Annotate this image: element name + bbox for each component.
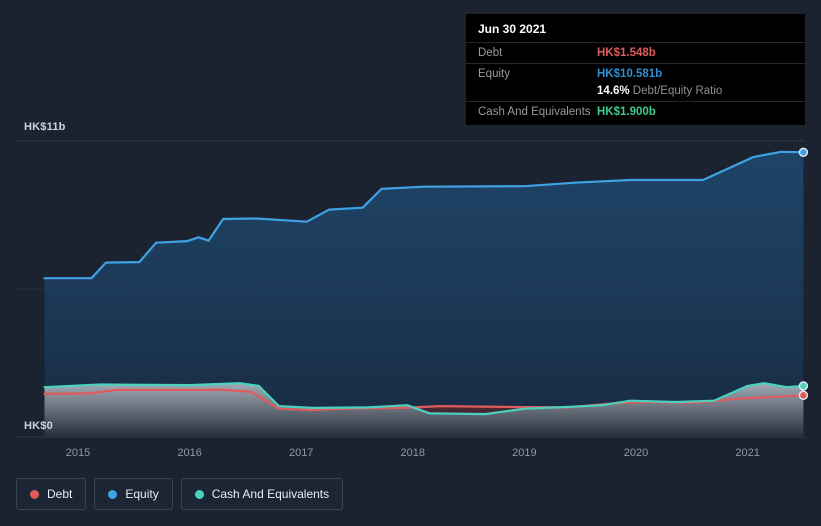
tooltip-equity-value: HK$10.581b xyxy=(597,68,663,80)
tooltip-cash-value: HK$1.900b xyxy=(597,106,656,118)
y-axis-label-min: HK$0 xyxy=(24,420,53,432)
chart-tooltip: Jun 30 2021 Debt HK$1.548b Equity HK$10.… xyxy=(466,14,805,125)
legend-label-cash: Cash And Equivalents xyxy=(211,487,330,501)
tooltip-debt-label: Debt xyxy=(478,47,503,59)
legend-label-equity: Equity xyxy=(125,487,159,501)
legend-item-equity[interactable]: Equity xyxy=(94,478,173,510)
x-axis-tick-label: 2020 xyxy=(624,447,648,459)
tooltip-date: Jun 30 2021 xyxy=(478,22,547,36)
tooltip-debt-value: HK$1.548b xyxy=(597,47,656,59)
tooltip-cash-label: Cash And Equivalents xyxy=(478,106,591,118)
x-axis-tick-label: 2016 xyxy=(177,447,201,459)
legend-item-debt[interactable]: Debt xyxy=(16,478,87,510)
chart-legend: Debt Equity Cash And Equivalents xyxy=(16,478,344,510)
tooltip-ratio-row: 14.6% Debt/Equity Ratio xyxy=(466,84,805,101)
x-axis-tick-label: 2017 xyxy=(289,447,313,459)
debt-end-marker xyxy=(798,390,809,400)
legend-item-cash[interactable]: Cash And Equivalents xyxy=(180,478,344,510)
debt-equity-history-panel: 2015 2016 2017 2018 2019 2020 2021 HK$11b HK$0… xyxy=(0,0,821,526)
tooltip-cash-row: Cash And Equivalents HK$1.900b xyxy=(466,101,805,122)
x-axis-tick-label: 2019 xyxy=(512,447,536,459)
y-axis-label-max: HK$11b xyxy=(24,121,66,133)
x-axis-labels: 2015 2016 2017 2018 2019 2020 2021 xyxy=(66,447,760,459)
tooltip-equity-row: Equity HK$10.581b xyxy=(466,63,805,84)
legend-label-debt: Debt xyxy=(47,487,73,501)
equity-end-marker xyxy=(798,147,809,158)
tooltip-ratio-label: Debt/Equity Ratio xyxy=(629,85,723,97)
tooltip-ratio-value: 14.6% xyxy=(597,85,630,97)
debt-series-dot-icon xyxy=(30,489,39,499)
x-axis-tick-label: 2015 xyxy=(66,447,90,459)
chart-area-fills xyxy=(44,151,804,438)
x-axis-tick-label: 2018 xyxy=(401,447,425,459)
x-axis-tick-label: 2021 xyxy=(735,447,759,459)
tooltip-debt-row: Debt HK$1.548b xyxy=(466,42,805,63)
cash-and-equivalents-end-marker xyxy=(798,381,809,391)
tooltip-equity-label: Equity xyxy=(478,68,510,80)
cash-series-dot-icon xyxy=(194,489,204,499)
equity-series-dot-icon xyxy=(108,489,118,499)
